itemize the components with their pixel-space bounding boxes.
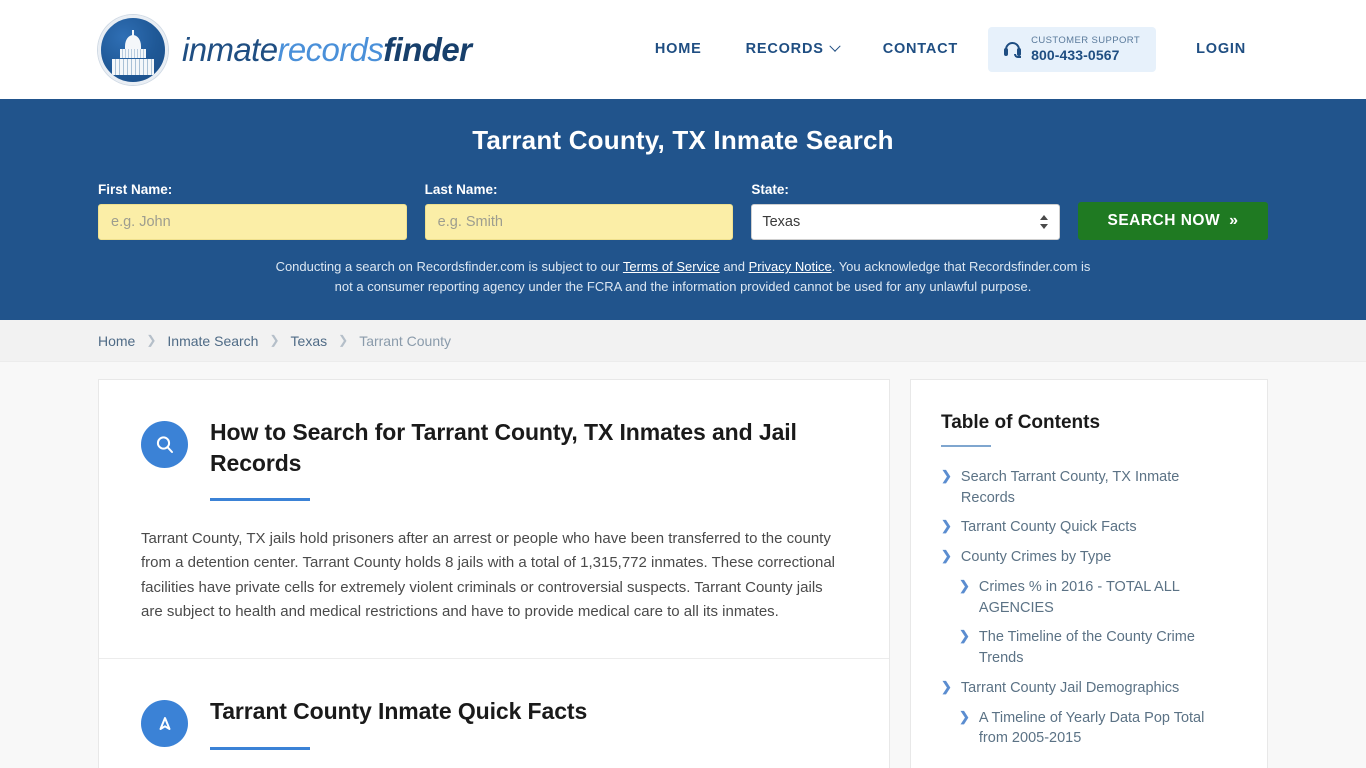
section-title: How to Search for Tarrant County, TX Inm… (210, 419, 797, 476)
section-heading-group: Tarrant County Inmate Quick Facts (210, 696, 847, 750)
breadcrumb-separator-icon: ❯ (146, 332, 157, 347)
support-label: CUSTOMER SUPPORT (1031, 34, 1141, 46)
nav-item-home[interactable]: HOME (633, 31, 724, 67)
chevron-right-icon: ❯ (959, 708, 970, 724)
nav-item-contact-label: CONTACT (882, 41, 959, 58)
toc-link-county-crimes-by-type[interactable]: County Crimes by Type (961, 547, 1111, 568)
search-icon (141, 421, 188, 468)
nav-item-records[interactable]: RECORDS (724, 31, 861, 67)
toc-item[interactable]: ❯ A Timeline of Yearly Data Pop Total fr… (941, 708, 1237, 749)
article-column: How to Search for Tarrant County, TX Inm… (98, 379, 890, 768)
nav-item-login-label: LOGIN (1196, 41, 1246, 58)
breadcrumb-separator-icon: ❯ (338, 332, 349, 347)
toc-link-quick-facts[interactable]: Tarrant County Quick Facts (961, 517, 1137, 538)
chevron-right-icon: ❯ (941, 518, 952, 534)
section-body-text: Tarrant County, TX jails hold prisoners … (141, 530, 836, 621)
privacy-notice-link[interactable]: Privacy Notice (749, 259, 832, 274)
toc-underline-rule (941, 445, 991, 447)
disclaimer-part1: Conducting a search on Recordsfinder.com… (275, 259, 623, 274)
section-quick-facts: Tarrant County Inmate Quick Facts (99, 659, 889, 768)
chevron-right-icon: ❯ (959, 628, 970, 644)
chevron-right-icon: ❯ (941, 678, 952, 694)
terms-of-service-link[interactable]: Terms of Service (623, 259, 720, 274)
chevron-right-icon: ❯ (941, 548, 952, 564)
toc-item[interactable]: ❯ Tarrant County Quick Facts (941, 517, 1237, 538)
breadcrumb-item-tarrant-county: Tarrant County (359, 332, 452, 349)
site-header: inmaterecordsfinder HOME RECORDS CONTACT… (0, 0, 1366, 99)
first-name-label: First Name: (98, 182, 173, 197)
headset-icon (1004, 41, 1022, 58)
toc-title: Table of Contents (941, 412, 1101, 433)
disclaimer-part2: and (719, 259, 749, 274)
page-title: Tarrant County, TX Inmate Search (472, 125, 894, 155)
last-name-label: Last Name: (424, 182, 498, 197)
main-navigation: HOME RECORDS CONTACT CUSTOMER SUPPORT 80… (633, 26, 1268, 72)
section-how-to-search: How to Search for Tarrant County, TX Inm… (99, 380, 889, 660)
nav-item-contact[interactable]: CONTACT (861, 31, 980, 67)
support-phone-number: 800-433-0567 (1031, 46, 1120, 63)
nav-item-home-label: HOME (654, 41, 702, 58)
toc-item[interactable]: ❯ County Crimes by Type (941, 547, 1237, 568)
toc-link-crimes-pct-2016[interactable]: Crimes % in 2016 - TOTAL ALL AGENCIES (979, 577, 1237, 618)
first-name-field-group: First Name: (98, 182, 407, 240)
breadcrumb: Home ❯ Inmate Search ❯ Texas ❯ Tarrant C… (98, 333, 451, 349)
toc-item[interactable]: ❯ The Timeline of the County Crime Trend… (941, 627, 1237, 668)
toc-item[interactable]: ❯ Search Tarrant County, TX Inmate Recor… (941, 467, 1237, 508)
toc-item[interactable]: ❯ Tarrant County Jail Demographics (941, 678, 1237, 699)
toc-link-search-records[interactable]: Search Tarrant County, TX Inmate Records (961, 467, 1237, 508)
breadcrumb-bar: Home ❯ Inmate Search ❯ Texas ❯ Tarrant C… (0, 320, 1366, 362)
double-chevron-right-icon: » (1229, 212, 1239, 229)
toc-link-crime-trends-timeline[interactable]: The Timeline of the County Crime Trends (979, 627, 1237, 668)
state-label: State: (751, 182, 789, 197)
chevron-down-icon (829, 40, 841, 53)
brand-word-part1: inmate (182, 30, 278, 68)
brand-word-part3: finder (383, 30, 472, 68)
section-heading-group: How to Search for Tarrant County, TX Inm… (210, 417, 847, 502)
toc-link-yearly-pop-total[interactable]: A Timeline of Yearly Data Pop Total from… (979, 708, 1237, 749)
chevron-right-icon: ❯ (959, 577, 970, 593)
toc-link-jail-demographics[interactable]: Tarrant County Jail Demographics (961, 678, 1179, 699)
toc-item[interactable]: ❯ Crimes % in 2016 - TOTAL ALL AGENCIES (941, 577, 1237, 618)
inmate-search-form: First Name: Last Name: State: Texas SEAR… (98, 182, 1269, 240)
section-title: Tarrant County Inmate Quick Facts (210, 698, 588, 725)
first-name-input[interactable] (98, 204, 407, 240)
breadcrumb-item-inmate-search[interactable]: Inmate Search (167, 333, 258, 349)
customer-support-phone-button[interactable]: CUSTOMER SUPPORT 800-433-0567 (988, 26, 1157, 72)
breadcrumb-item-home[interactable]: Home (98, 333, 135, 349)
brand-wordmark: inmaterecordsfinder (182, 30, 472, 69)
state-select[interactable]: Texas (751, 204, 1061, 240)
search-now-button[interactable]: SEARCH NOW » (1078, 202, 1269, 240)
section-header: Tarrant County Inmate Quick Facts (141, 696, 847, 750)
last-name-input[interactable] (424, 204, 734, 240)
capitol-dome-logo-icon (98, 14, 168, 85)
nav-item-records-label: RECORDS (745, 41, 824, 58)
site-logo[interactable]: inmaterecordsfinder (98, 14, 472, 85)
brand-word-part2: records (277, 30, 384, 68)
state-field-group: State: Texas (751, 182, 1061, 240)
state-select-wrapper: Texas (751, 204, 1061, 240)
nav-item-login[interactable]: LOGIN (1174, 31, 1268, 67)
support-text-group: CUSTOMER SUPPORT 800-433-0567 (1031, 34, 1141, 63)
table-of-contents-panel: Table of Contents ❯ Search Tarrant Count… (910, 379, 1268, 768)
last-name-field-group: Last Name: (424, 182, 734, 240)
search-now-button-label: SEARCH NOW (1107, 212, 1221, 229)
breadcrumb-item-texas[interactable]: Texas (291, 333, 328, 349)
section-header: How to Search for Tarrant County, TX Inm… (141, 417, 847, 502)
hero-search-banner: Tarrant County, TX Inmate Search First N… (0, 99, 1366, 320)
page-content-wrapper: How to Search for Tarrant County, TX Inm… (0, 362, 1366, 768)
title-underline-rule (210, 498, 310, 502)
chevron-right-icon: ❯ (941, 468, 952, 483)
info-icon (141, 700, 188, 748)
toc-list: ❯ Search Tarrant County, TX Inmate Recor… (941, 467, 1237, 749)
breadcrumb-separator-icon: ❯ (269, 332, 280, 347)
title-underline-rule (210, 746, 310, 750)
search-disclaimer: Conducting a search on Recordsfinder.com… (273, 257, 1093, 296)
